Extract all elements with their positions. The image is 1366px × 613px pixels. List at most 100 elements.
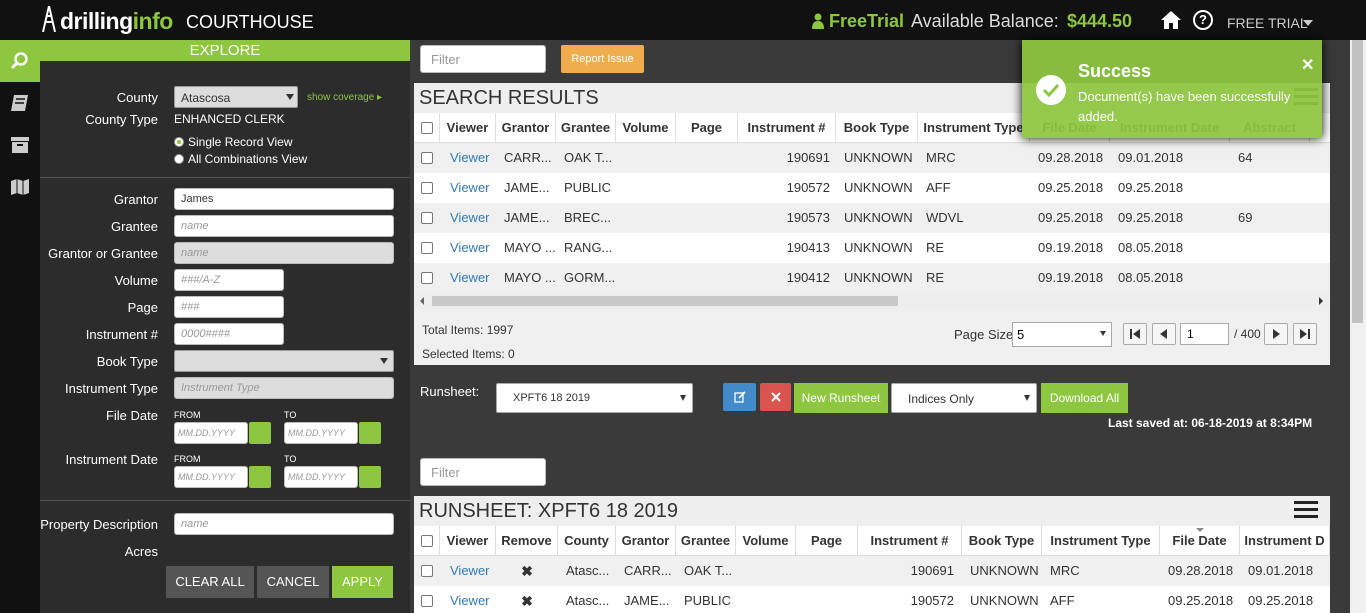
- column-header-instrument-date[interactable]: Instrument D: [1240, 526, 1330, 556]
- column-header-viewer[interactable]: Viewer: [440, 526, 496, 556]
- viewer-link[interactable]: Viewer: [440, 586, 496, 613]
- column-header-county[interactable]: County: [558, 526, 616, 556]
- table-row[interactable]: Viewer ✖ Atasc... JAME... PUBLIC 190572 UNKNOW…: [414, 586, 1330, 613]
- help-icon[interactable]: ?: [1193, 10, 1213, 30]
- row-checkbox[interactable]: [421, 152, 433, 164]
- nav-archive[interactable]: [0, 124, 40, 166]
- free-trial-label[interactable]: FreeTrial: [829, 11, 904, 32]
- column-header-volume[interactable]: Volume: [736, 526, 796, 556]
- column-header-instrument-type[interactable]: Instrument Type: [1042, 526, 1160, 556]
- column-header-select[interactable]: [414, 526, 440, 556]
- clear-all-button[interactable]: CLEAR ALL: [166, 566, 254, 598]
- table-row[interactable]: Viewer JAME... PUBLIC 190572 UNKNOWN AFF 09.25…: [414, 173, 1330, 203]
- calendar-icon[interactable]: [359, 422, 381, 444]
- file-date-from-input[interactable]: MM.DD.YYYY: [174, 422, 248, 444]
- delete-runsheet-button[interactable]: [760, 383, 791, 411]
- column-header-page[interactable]: Page: [676, 113, 738, 143]
- scrollbar-thumb[interactable]: [432, 296, 898, 306]
- runsheet-select[interactable]: XPFT6 18 2019: [496, 383, 693, 413]
- row-checkbox[interactable]: [421, 242, 433, 254]
- page-input[interactable]: ###: [174, 296, 284, 318]
- grantee-input[interactable]: name: [174, 215, 394, 237]
- column-header-grantor[interactable]: Grantor: [616, 526, 676, 556]
- property-description-input[interactable]: name: [174, 513, 394, 535]
- cancel-button[interactable]: CANCEL: [257, 566, 329, 598]
- file-date-to-input[interactable]: MM.DD.YYYY: [284, 422, 358, 444]
- column-header-instrument[interactable]: Instrument #: [858, 526, 962, 556]
- instrument-date-to-input[interactable]: MM.DD.YYYY: [284, 466, 358, 488]
- grantor-or-grantee-input[interactable]: name: [174, 242, 394, 264]
- county-select[interactable]: Atascosa: [174, 86, 298, 108]
- instrument-date-from-input[interactable]: MM.DD.YYYY: [174, 466, 248, 488]
- logo[interactable]: drillinginfo: [60, 8, 173, 35]
- show-coverage-link[interactable]: show coverage ▸: [307, 92, 382, 103]
- table-row[interactable]: Viewer ✖ Atasc... CARR... OAK T... 190691 UNKN…: [414, 556, 1330, 586]
- viewer-link[interactable]: Viewer: [440, 173, 496, 203]
- report-issue-button[interactable]: Report Issue: [561, 45, 644, 73]
- column-header-instrument-type[interactable]: Instrument Type: [918, 113, 1030, 143]
- instrument-type-input[interactable]: Instrument Type: [174, 377, 394, 399]
- volume-input[interactable]: ###/A-Z: [174, 269, 284, 291]
- table-row[interactable]: Viewer MAYO ... RANG... 190413 UNKNOWN RE 09.1…: [414, 233, 1330, 263]
- nav-search[interactable]: [0, 40, 40, 82]
- plan-menu[interactable]: FREE TRIAL: [1227, 15, 1308, 31]
- column-header-page[interactable]: Page: [796, 526, 858, 556]
- home-icon[interactable]: [1160, 9, 1182, 31]
- column-header-select[interactable]: [414, 113, 440, 143]
- column-header-book-type[interactable]: Book Type: [962, 526, 1042, 556]
- column-header-volume[interactable]: Volume: [616, 113, 676, 143]
- menu-icon[interactable]: [1294, 501, 1318, 519]
- table-row[interactable]: Viewer CARR... OAK T... 190691 UNKNOWN MRC 09.…: [414, 143, 1330, 173]
- scroll-right-icon[interactable]: [1319, 297, 1323, 305]
- next-page-button[interactable]: [1264, 323, 1288, 345]
- chevron-down-icon[interactable]: [1303, 20, 1313, 26]
- table-row[interactable]: Viewer JAME... BREC... 190573 UNKNOWN WDVL 09.…: [414, 203, 1330, 233]
- first-page-button[interactable]: [1123, 323, 1147, 345]
- row-checkbox[interactable]: [421, 212, 433, 224]
- book-type-select[interactable]: [174, 350, 394, 372]
- column-header-remove[interactable]: Remove: [496, 526, 558, 556]
- single-record-radio[interactable]: [174, 137, 184, 147]
- page-size-select[interactable]: 5: [1012, 322, 1112, 347]
- row-checkbox[interactable]: [421, 272, 433, 284]
- scroll-left-icon[interactable]: [420, 297, 424, 305]
- apply-button[interactable]: APPLY: [332, 566, 393, 598]
- viewer-link[interactable]: Viewer: [440, 233, 496, 263]
- edit-runsheet-button[interactable]: [723, 383, 756, 411]
- close-icon[interactable]: ✕: [1301, 55, 1314, 75]
- remove-icon[interactable]: ✖: [496, 586, 558, 613]
- row-checkbox[interactable]: [421, 182, 433, 194]
- column-header-grantee[interactable]: Grantee: [676, 526, 736, 556]
- calendar-icon[interactable]: [359, 466, 381, 488]
- download-all-button[interactable]: Download All: [1041, 383, 1128, 413]
- prev-page-button[interactable]: [1152, 323, 1176, 345]
- instrument-number-input[interactable]: 0000####: [174, 323, 284, 345]
- current-page-input[interactable]: 1: [1180, 323, 1229, 345]
- row-checkbox[interactable]: [421, 595, 433, 607]
- select-all-checkbox[interactable]: [421, 535, 433, 547]
- select-all-checkbox[interactable]: [421, 122, 433, 134]
- row-checkbox[interactable]: [421, 565, 433, 577]
- indices-select[interactable]: Indices Only: [891, 383, 1037, 413]
- nav-map[interactable]: [0, 166, 40, 208]
- column-header-grantee[interactable]: Grantee: [556, 113, 616, 143]
- new-runsheet-button[interactable]: New Runsheet: [794, 383, 888, 413]
- search-results-filter[interactable]: Filter: [420, 45, 546, 73]
- viewer-link[interactable]: Viewer: [440, 203, 496, 233]
- calendar-icon[interactable]: [249, 422, 271, 444]
- column-header-viewer[interactable]: Viewer: [440, 113, 496, 143]
- viewer-link[interactable]: Viewer: [440, 263, 496, 293]
- last-page-button[interactable]: [1293, 323, 1317, 345]
- table-row[interactable]: Viewer MAYO ... GORM... 190412 UNKNOWN RE 09.1…: [414, 263, 1330, 293]
- nav-documents[interactable]: [0, 82, 40, 124]
- calendar-icon[interactable]: [249, 466, 271, 488]
- viewer-link[interactable]: Viewer: [440, 143, 496, 173]
- column-header-grantor[interactable]: Grantor: [496, 113, 556, 143]
- all-combinations-radio[interactable]: [174, 154, 184, 164]
- grantor-input[interactable]: James: [174, 188, 394, 210]
- remove-icon[interactable]: ✖: [496, 556, 558, 586]
- viewer-link[interactable]: Viewer: [440, 556, 496, 586]
- runsheet-filter[interactable]: Filter: [420, 458, 546, 486]
- column-header-book-type[interactable]: Book Type: [836, 113, 918, 143]
- page-scrollbar-thumb[interactable]: [1352, 40, 1363, 323]
